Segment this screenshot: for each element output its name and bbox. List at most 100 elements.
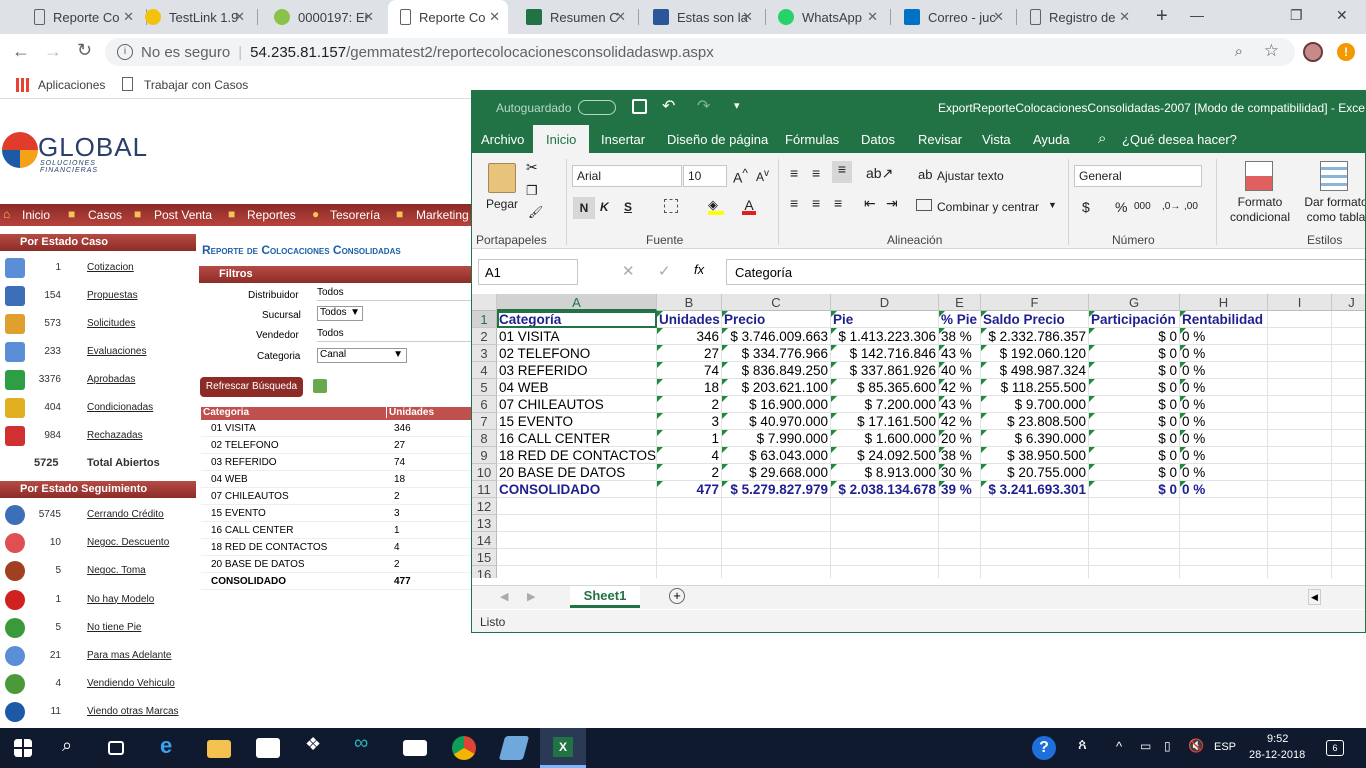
- estado-seguimiento-row[interactable]: 10 Negoc. Descuento: [0, 529, 196, 557]
- wrap-text-button[interactable]: Ajustar texto: [937, 169, 1004, 183]
- row-header[interactable]: 14: [472, 532, 497, 549]
- sheet-cell[interactable]: $ 16.900.000: [722, 396, 831, 413]
- sheet-cell[interactable]: [1332, 498, 1365, 515]
- windows-start-icon[interactable]: [14, 739, 32, 757]
- font-size-select[interactable]: 10: [683, 165, 727, 187]
- sheet-cell[interactable]: [1332, 464, 1365, 481]
- sheet-cell[interactable]: [1268, 498, 1332, 515]
- filter-sucursal-select[interactable]: Todos ▼: [317, 306, 363, 321]
- row-header[interactable]: 6: [472, 396, 497, 413]
- sheet-cell[interactable]: $ 3.746.009.663: [722, 328, 831, 345]
- menu-casos[interactable]: Casos: [88, 208, 122, 222]
- estado-seguimiento-row[interactable]: 5 No tiene Pie: [0, 614, 196, 642]
- sheet-cell[interactable]: 18: [657, 379, 722, 396]
- menu-reportes[interactable]: Reportes: [247, 208, 296, 222]
- sheet-cell[interactable]: [939, 532, 981, 549]
- sheet-cell[interactable]: 39 %: [939, 481, 981, 498]
- sheet-cell[interactable]: $ 17.161.500: [831, 413, 939, 430]
- sheet-cell[interactable]: [981, 566, 1089, 578]
- notification-badge-icon[interactable]: !: [1337, 43, 1355, 61]
- browser-tab[interactable]: Resumen C ✕: [514, 0, 634, 34]
- volume-muted-icon[interactable]: 🔇: [1188, 738, 1212, 762]
- row-header[interactable]: 10: [472, 464, 497, 481]
- sheet-cell[interactable]: [722, 498, 831, 515]
- row-link[interactable]: Evaluaciones: [87, 346, 146, 357]
- menu-post-venta[interactable]: Post Venta: [154, 208, 212, 222]
- column-header[interactable]: E: [939, 294, 981, 311]
- sheet-cell[interactable]: [1268, 413, 1332, 430]
- sheet-cell[interactable]: [657, 549, 722, 566]
- sheet-cell[interactable]: $ 0: [1089, 396, 1180, 413]
- ribbon-tab[interactable]: Fórmulas: [785, 132, 839, 147]
- sheet-cell[interactable]: [1089, 498, 1180, 515]
- ribbon-tab[interactable]: Insertar: [601, 132, 645, 147]
- row-link[interactable]: No hay Modelo: [87, 594, 154, 605]
- sheet-cell[interactable]: [1268, 447, 1332, 464]
- estado-seguimiento-row[interactable]: 1 No hay Modelo: [0, 586, 196, 614]
- sheet-cell[interactable]: 04 WEB: [497, 379, 657, 396]
- sheet-cell[interactable]: 4: [657, 447, 722, 464]
- ribbon-tab[interactable]: Revisar: [918, 132, 962, 147]
- reload-icon[interactable]: ↻: [77, 40, 92, 61]
- filter-vendedor-input[interactable]: Todos: [317, 328, 472, 342]
- sheet-cell[interactable]: [657, 532, 722, 549]
- sheet-cell[interactable]: 38 %: [939, 328, 981, 345]
- sheet-cell[interactable]: [722, 566, 831, 578]
- sheet-cell[interactable]: 43 %: [939, 396, 981, 413]
- row-header[interactable]: 5: [472, 379, 497, 396]
- sheet-cell[interactable]: 0 %: [1180, 464, 1268, 481]
- sheet-cell[interactable]: $ 0: [1089, 481, 1180, 498]
- people-icon[interactable]: ጰ: [1078, 736, 1102, 760]
- sheet-cell[interactable]: [1332, 311, 1365, 328]
- new-tab-icon[interactable]: +: [1156, 5, 1168, 28]
- sheet-cell[interactable]: $ 38.950.500: [981, 447, 1089, 464]
- close-tab-icon[interactable]: ✕: [1119, 9, 1130, 25]
- underline-button[interactable]: S: [624, 200, 632, 214]
- language-indicator[interactable]: ESP: [1214, 741, 1236, 753]
- sheet-cell[interactable]: [1089, 566, 1180, 578]
- tell-me-search-icon[interactable]: ⌕: [1098, 130, 1106, 147]
- sheet-cell[interactable]: Precio: [722, 311, 831, 328]
- sheet-cell[interactable]: Categoría: [497, 311, 657, 328]
- sheet-cell[interactable]: 0 %: [1180, 447, 1268, 464]
- table-format-icon[interactable]: [1320, 161, 1348, 191]
- increase-font-icon[interactable]: A^: [733, 167, 748, 186]
- sheet-cell[interactable]: $ 24.092.500: [831, 447, 939, 464]
- format-painter-icon[interactable]: 🖌: [528, 205, 543, 219]
- estado-caso-row[interactable]: 1 Cotizacion: [0, 254, 196, 282]
- column-header[interactable]: J: [1332, 294, 1365, 311]
- sheet-cell[interactable]: [1332, 447, 1365, 464]
- bookmark-trabajar-casos[interactable]: Trabajar con Casos: [144, 78, 248, 92]
- excel-taskbar-icon[interactable]: X: [540, 728, 586, 768]
- number-format-select[interactable]: General: [1074, 165, 1202, 187]
- sheet-cell[interactable]: [1268, 532, 1332, 549]
- estado-seguimiento-row[interactable]: 5745 Cerrando Crédito: [0, 501, 196, 529]
- sheet-cell[interactable]: [722, 515, 831, 532]
- sheet-cell[interactable]: $ 0: [1089, 328, 1180, 345]
- sheet-cell[interactable]: 2: [657, 464, 722, 481]
- sheet-cell[interactable]: 2: [657, 396, 722, 413]
- row-link[interactable]: No tiene Pie: [87, 622, 141, 633]
- hscroll-left-icon[interactable]: ◀: [1308, 589, 1321, 605]
- help-icon[interactable]: ?: [1032, 736, 1056, 760]
- add-sheet-icon[interactable]: +: [669, 588, 685, 604]
- sheet-cell[interactable]: 477: [657, 481, 722, 498]
- sheet-cell[interactable]: $ 23.808.500: [981, 413, 1089, 430]
- select-all-corner[interactable]: [472, 294, 497, 311]
- align-left-icon[interactable]: ≡: [790, 195, 798, 211]
- estado-seguimiento-row[interactable]: 21 Para mas Adelante: [0, 642, 196, 670]
- close-window-icon[interactable]: ✕: [1336, 7, 1348, 24]
- sheet-cell[interactable]: 20 BASE DE DATOS: [497, 464, 657, 481]
- sheet-cell[interactable]: 0 %: [1180, 413, 1268, 430]
- prev-sheet-icon[interactable]: ◀: [500, 590, 508, 603]
- estado-caso-row[interactable]: 3376 Aprobadas: [0, 366, 196, 394]
- network-icon[interactable]: ▭: [1140, 739, 1164, 763]
- mail-icon[interactable]: [403, 740, 427, 756]
- sheet-cell[interactable]: $ 0: [1089, 362, 1180, 379]
- browser-tab[interactable]: WhatsApp ✕: [766, 0, 886, 34]
- conditional-format-button[interactable]: Formato condicional: [1224, 195, 1296, 225]
- task-view-icon[interactable]: [108, 741, 124, 755]
- sheet-cell[interactable]: 20 %: [939, 430, 981, 447]
- restore-icon[interactable]: ❐: [1290, 7, 1303, 24]
- sheet-cell[interactable]: 18 RED DE CONTACTOS: [497, 447, 657, 464]
